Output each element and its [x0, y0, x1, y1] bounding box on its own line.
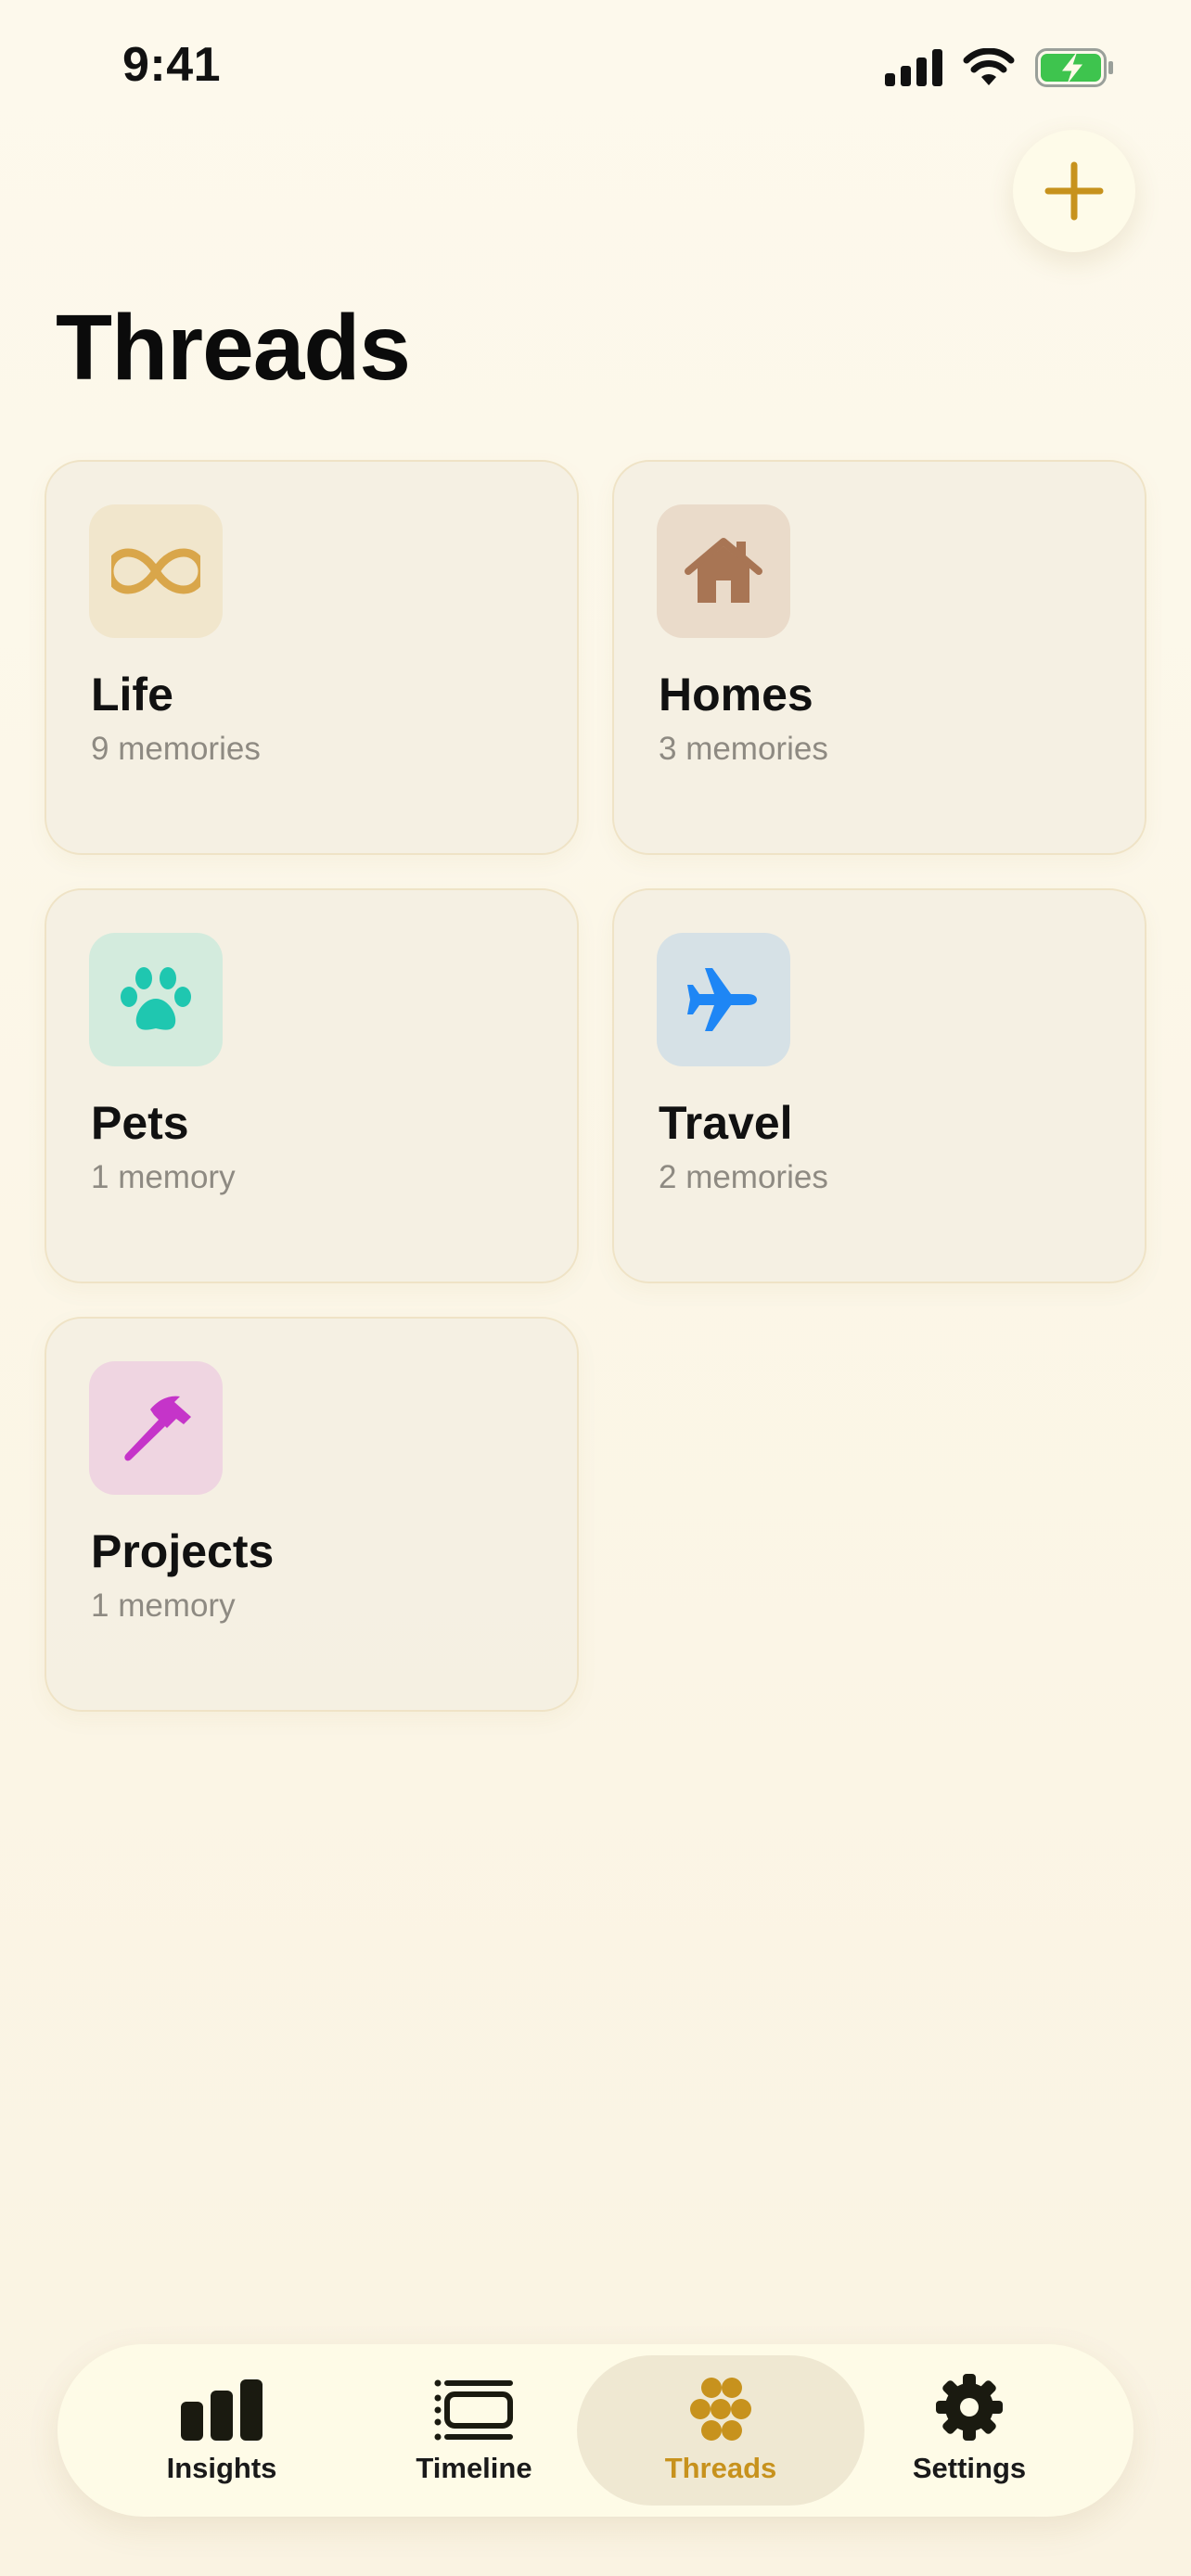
- status-time: 9:41: [122, 38, 222, 92]
- tab-label: Timeline: [416, 2452, 532, 2484]
- plus-icon: [1044, 161, 1104, 221]
- wifi-icon: [963, 48, 1015, 85]
- tab-settings[interactable]: Settings: [826, 2355, 1113, 2506]
- add-thread-button[interactable]: [1013, 130, 1135, 252]
- thread-name: Projects: [91, 1525, 275, 1577]
- paw-icon: [121, 967, 191, 1030]
- tab-icon-wrap: [685, 2376, 756, 2441]
- thread-memory-count: 2 memories: [659, 1159, 828, 1195]
- thread-icon-tile: [89, 1361, 223, 1495]
- timeline-icon: [434, 2379, 513, 2441]
- thread-card-pets[interactable]: Pets 1 memory: [45, 888, 579, 1283]
- thread-icon-tile: [89, 933, 223, 1066]
- thread-icon-tile: [657, 933, 790, 1066]
- thread-card-homes[interactable]: Homes 3 memories: [612, 460, 1146, 855]
- tab-icon-wrap: [434, 2376, 514, 2441]
- battery-charging-icon: [1035, 48, 1113, 87]
- tab-label: Threads: [664, 2452, 777, 2484]
- hammer-icon: [124, 1396, 191, 1461]
- airplane-icon: [687, 968, 757, 1031]
- tab-timeline[interactable]: Timeline: [330, 2355, 618, 2506]
- threads-cluster-icon: [690, 2378, 751, 2441]
- thread-card-life[interactable]: Life 9 memories: [45, 460, 579, 855]
- infinity-icon: [111, 548, 200, 594]
- thread-icon-tile: [657, 504, 790, 638]
- house-icon: [685, 538, 762, 603]
- thread-name: Pets: [91, 1097, 189, 1149]
- page-title: Threads: [56, 296, 411, 400]
- tab-label: Insights: [166, 2452, 277, 2484]
- thread-memory-count: 9 memories: [91, 731, 261, 767]
- thread-name: Travel: [659, 1097, 793, 1149]
- status-icons: [885, 48, 1115, 87]
- thread-name: Homes: [659, 669, 813, 721]
- tab-bar: Insights Timeline Threads Settings: [58, 2344, 1133, 2517]
- thread-memory-count: 3 memories: [659, 731, 828, 767]
- tab-threads[interactable]: Threads: [577, 2355, 864, 2506]
- thread-name: Life: [91, 669, 173, 721]
- thread-memory-count: 1 memory: [91, 1588, 236, 1624]
- bar-chart-icon: [181, 2379, 263, 2441]
- tab-insights[interactable]: Insights: [78, 2355, 365, 2506]
- tab-label: Settings: [912, 2452, 1027, 2484]
- thread-icon-tile: [89, 504, 223, 638]
- tab-icon-wrap: [936, 2374, 1003, 2441]
- thread-memory-count: 1 memory: [91, 1159, 236, 1195]
- thread-card-travel[interactable]: Travel 2 memories: [612, 888, 1146, 1283]
- thread-card-projects[interactable]: Projects 1 memory: [45, 1317, 579, 1712]
- cellular-signal-icon: [885, 49, 942, 86]
- threads-screen: 9:41 Threads Life 9 memories Homes 3 mem…: [0, 0, 1191, 2576]
- gear-icon: [936, 2374, 1003, 2441]
- tab-icon-wrap: [181, 2376, 263, 2441]
